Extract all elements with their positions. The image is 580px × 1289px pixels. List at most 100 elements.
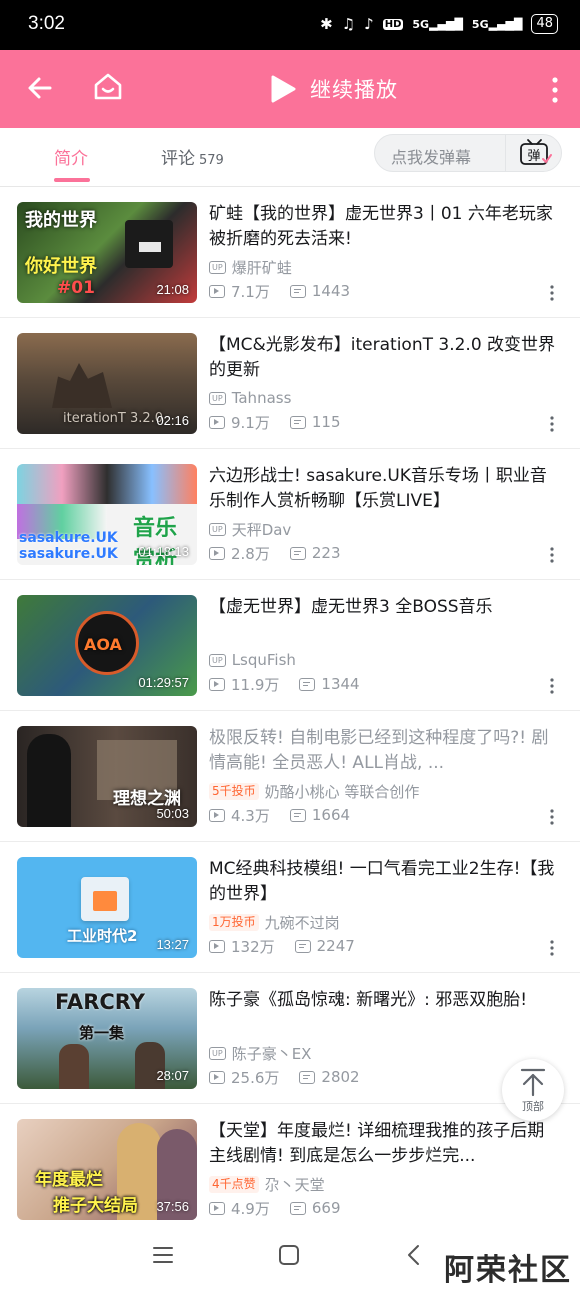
video-stats: 4.3万 1664: [209, 805, 561, 825]
thumb-caption-2: 第一集: [79, 1024, 125, 1042]
video-title[interactable]: 极限反转! 自制电影已经到这种程度了吗?! 剧情高能! 全员恶人! ALL肖战,…: [209, 726, 561, 776]
danmaku-count-icon: [289, 546, 306, 560]
tab-intro[interactable]: 简介: [54, 144, 88, 169]
video-item[interactable]: AOA 01:29:57 【虚无世界】虚无世界3 全BOSS音乐 UP LsquF…: [0, 580, 580, 711]
video-item[interactable]: FARCRY 第一集 28:07 陈子豪《孤岛惊魂: 新曙光》: 邪恶双胞胎! …: [0, 973, 580, 1104]
video-info: MC经典科技模组! 一口气看完工业2生存!【我的世界】 1万投币 九碗不过岗 13…: [209, 857, 561, 956]
video-item[interactable]: iterationT 3.2.0 02:16 【MC&光影发布】iteratio…: [0, 318, 580, 449]
video-title[interactable]: 六边形战士! sasakure.UK音乐专场丨职业音乐制作人赏析畅聊【乐赏LIV…: [209, 464, 561, 514]
thumb-caption: iterationT 3.2.0: [63, 411, 164, 426]
status-icons: ✱ ♫ ♪ HD 5G▂▄▆█ 5G▂▄▆█ 48: [320, 14, 558, 34]
home-icon[interactable]: [91, 70, 125, 104]
up-badge: UP: [209, 260, 226, 274]
video-title[interactable]: MC经典科技模组! 一口气看完工业2生存!【我的世界】: [209, 857, 561, 907]
more-options-icon[interactable]: [550, 285, 554, 301]
danmaku-input[interactable]: 点我发弹幕 弹: [374, 134, 562, 172]
video-owner[interactable]: UP 爆肝矿蛙: [209, 257, 561, 277]
video-item[interactable]: sasakure.UK sasakure.UK 音乐赏析 01:18:13 六边…: [0, 449, 580, 580]
vibrate-icon: ♫: [341, 15, 356, 33]
video-thumbnail[interactable]: sasakure.UK sasakure.UK 音乐赏析 01:18:13: [17, 464, 197, 565]
danmaku-count: 1664: [311, 806, 351, 824]
tab-underline: [54, 178, 90, 182]
video-thumbnail[interactable]: 理想之渊 50:03: [17, 726, 197, 827]
video-owner[interactable]: UP Tahnass: [209, 388, 561, 408]
video-info: 【虚无世界】虚无世界3 全BOSS音乐 UP LsquFish 11.9万 134…: [209, 595, 561, 694]
video-stats: 4.9万 669: [209, 1198, 561, 1218]
video-thumbnail[interactable]: 年度最烂 推子大结局 37:56: [17, 1119, 197, 1220]
view-count: 9.1万: [231, 413, 270, 432]
owner-name: 陈子豪丶EX: [231, 1044, 312, 1063]
menu-icon[interactable]: [152, 1244, 174, 1266]
play-count-icon: [209, 415, 225, 429]
video-item[interactable]: 理想之渊 50:03 极限反转! 自制电影已经到这种程度了吗?! 剧情高能! 全…: [0, 711, 580, 842]
video-thumbnail[interactable]: 我的世界 你好世界 #01 21:08: [17, 202, 197, 303]
person-silhouette: [27, 734, 71, 827]
continue-play-button[interactable]: 继续播放: [270, 72, 398, 106]
battery-icon: 48: [531, 14, 558, 34]
more-options-icon[interactable]: [550, 809, 554, 825]
play-count-icon: [209, 284, 225, 298]
video-duration: 01:29:57: [138, 675, 189, 690]
owner-name: Tahnass: [231, 389, 292, 407]
video-stats: 132万 2247: [209, 936, 561, 956]
owner-name: 尕丶天堂: [264, 1175, 325, 1194]
video-item[interactable]: 年度最烂 推子大结局 37:56 【天堂】年度最烂! 详细梳理我推的孩子后期主线…: [0, 1104, 580, 1234]
play-count-icon: [209, 546, 225, 560]
home-square-icon[interactable]: [278, 1244, 300, 1266]
video-stats: 11.9万 1344: [209, 674, 561, 694]
video-owner[interactable]: UP 天秤Dav: [209, 519, 561, 539]
coin-tag: 5千投币: [209, 782, 259, 800]
owner-name: 九碗不过岗: [264, 913, 340, 932]
video-duration: 28:07: [156, 1068, 189, 1083]
danmaku-count-icon: [294, 939, 311, 953]
back-to-top-button[interactable]: 顶部: [502, 1059, 564, 1121]
danmaku-count-icon: [289, 415, 306, 429]
view-count: 4.3万: [231, 806, 270, 825]
danmaku-count: 115: [311, 413, 341, 431]
status-time: 3:02: [28, 13, 65, 34]
more-options-icon[interactable]: [550, 940, 554, 956]
video-owner[interactable]: UP 陈子豪丶EX: [209, 1043, 561, 1063]
up-badge: UP: [209, 1046, 226, 1060]
back-to-top-label: 顶部: [522, 1100, 544, 1113]
video-title[interactable]: 陈子豪《孤岛惊魂: 新曙光》: 邪恶双胞胎!: [209, 988, 561, 1038]
danmaku-count: 1443: [311, 282, 351, 300]
continue-play-label: 继续播放: [310, 78, 398, 102]
thumb-caption: 你好世界: [25, 256, 97, 277]
video-info: 【MC&光影发布】iterationT 3.2.0 改变世界的更新 UP Tahn…: [209, 333, 561, 432]
video-owner[interactable]: 4千点赞 尕丶天堂: [209, 1174, 561, 1194]
danmaku-count: 223: [311, 544, 341, 562]
owner-name: LsquFish: [231, 651, 296, 669]
back-arrow-icon[interactable]: [24, 72, 56, 104]
more-options-icon[interactable]: [550, 416, 554, 432]
video-title[interactable]: 【MC&光影发布】iterationT 3.2.0 改变世界的更新: [209, 333, 561, 383]
video-thumbnail[interactable]: AOA 01:29:57: [17, 595, 197, 696]
video-title[interactable]: 【天堂】年度最烂! 详细梳理我推的孩子后期主线剧情! 到底是怎么一步步烂完...: [209, 1119, 561, 1169]
play-count-icon: [209, 808, 225, 822]
danmaku-tv-icon: 弹: [520, 139, 552, 165]
video-thumbnail[interactable]: FARCRY 第一集 28:07: [17, 988, 197, 1089]
danmaku-count-icon: [289, 808, 306, 822]
video-title[interactable]: 矿蛙【我的世界】虚无世界3丨01 六年老玩家被折磨的死去活来!: [209, 202, 561, 252]
danmaku-toggle-button[interactable]: 弹: [513, 138, 557, 168]
more-options-icon[interactable]: [550, 547, 554, 563]
video-title[interactable]: 【虚无世界】虚无世界3 全BOSS音乐: [209, 595, 561, 645]
view-count: 2.8万: [231, 544, 270, 563]
video-owner[interactable]: UP LsquFish: [209, 650, 561, 670]
danmaku-count: 669: [311, 1199, 341, 1217]
more-vertical-icon[interactable]: [550, 76, 560, 104]
video-item[interactable]: 工业时代2 13:27 MC经典科技模组! 一口气看完工业2生存!【我的世界】 …: [0, 842, 580, 973]
view-count: 25.6万: [231, 1068, 280, 1087]
back-chevron-icon[interactable]: [404, 1244, 426, 1266]
video-owner[interactable]: 1万投币 九碗不过岗: [209, 912, 561, 932]
play-count-icon: [209, 677, 225, 691]
video-item[interactable]: 我的世界 你好世界 #01 21:08 矿蛙【我的世界】虚无世界3丨01 六年老…: [0, 187, 580, 318]
more-options-icon[interactable]: [550, 678, 554, 694]
up-badge: UP: [209, 653, 226, 667]
video-owner[interactable]: 5千投币 奶酪小桃心 等联合创作: [209, 781, 561, 801]
video-thumbnail[interactable]: iterationT 3.2.0 02:16: [17, 333, 197, 434]
tab-comments[interactable]: 评论 579: [161, 144, 224, 169]
video-thumbnail[interactable]: 工业时代2 13:27: [17, 857, 197, 958]
video-duration: 13:27: [156, 937, 189, 952]
owner-name: 爆肝矿蛙: [231, 258, 292, 277]
